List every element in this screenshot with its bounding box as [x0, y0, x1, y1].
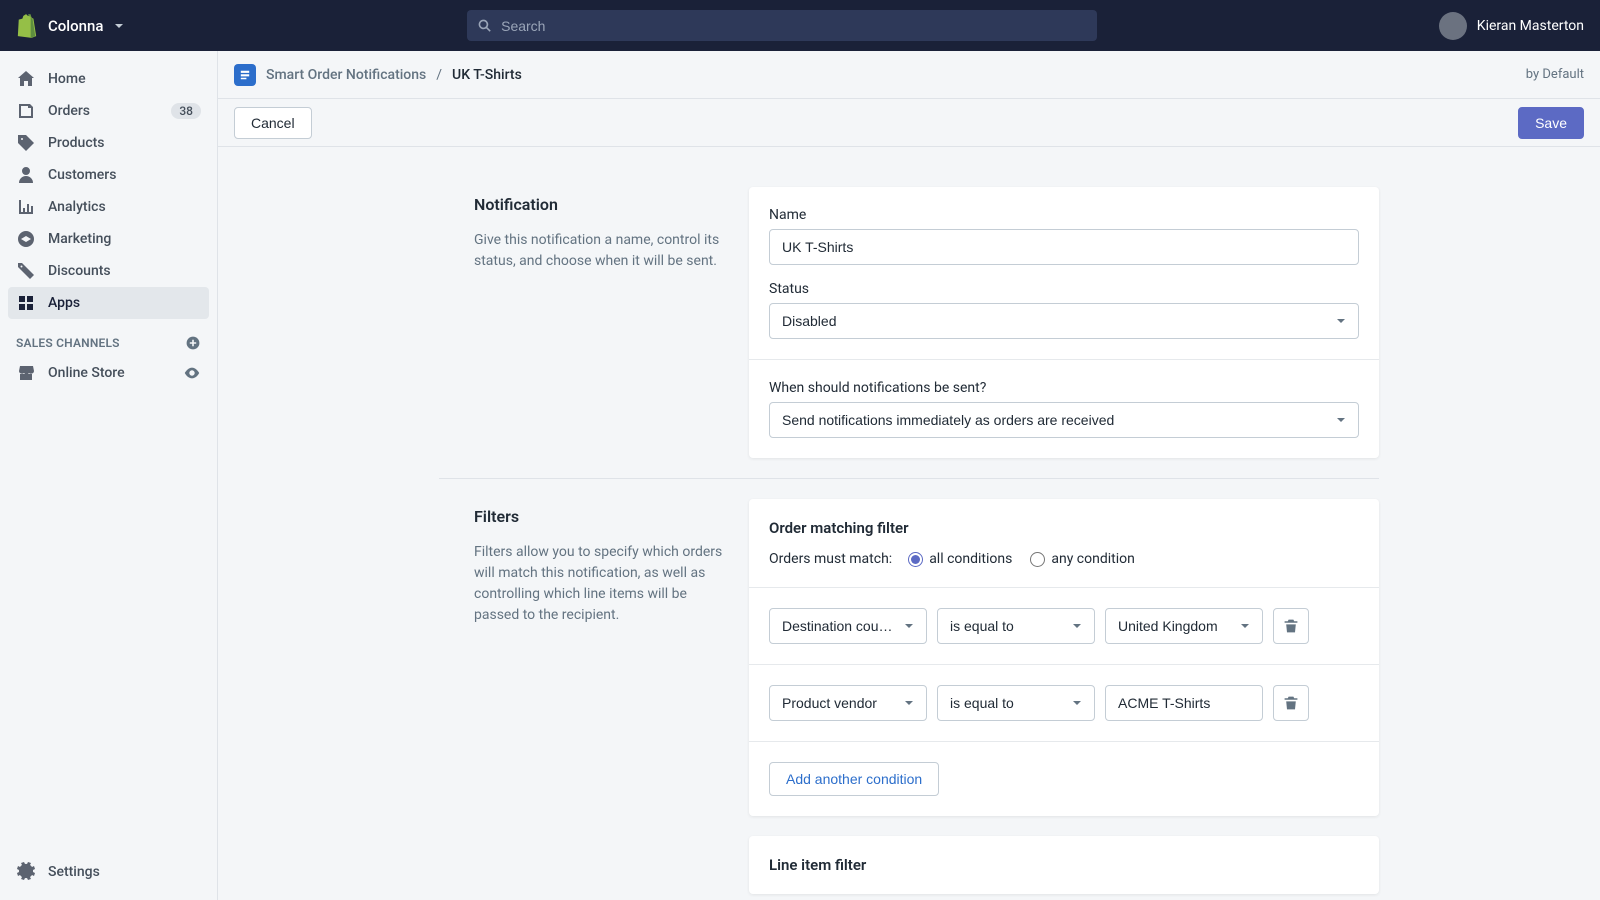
breadcrumb-sep: /: [436, 67, 442, 83]
discounts-icon: [16, 261, 36, 281]
user-menu[interactable]: Kieran Masterton: [1439, 12, 1584, 40]
sidebar-item-label: Products: [48, 135, 105, 151]
radio-all-conditions[interactable]: all conditions: [908, 551, 1012, 567]
delete-condition-button[interactable]: [1273, 608, 1309, 644]
search-input[interactable]: [501, 18, 1087, 34]
radio-any-condition[interactable]: any condition: [1030, 551, 1135, 567]
trash-icon: [1283, 695, 1299, 711]
add-channel-icon[interactable]: [185, 335, 201, 351]
page-header: Smart Order Notifications / UK T-Shirts …: [218, 51, 1600, 99]
breadcrumb-current: UK T-Shirts: [452, 67, 522, 83]
delete-condition-button[interactable]: [1273, 685, 1309, 721]
orders-icon: [16, 101, 36, 121]
status-select[interactable]: Disabled: [769, 303, 1359, 339]
sidebar: Home Orders 38 Products Customers Analyti…: [0, 51, 218, 900]
section-title: Filters: [474, 507, 729, 526]
notification-section: Notification Give this notification a na…: [439, 167, 1379, 478]
sidebar-item-apps[interactable]: Apps: [8, 287, 209, 319]
breadcrumb-app[interactable]: Smart Order Notifications: [266, 67, 426, 83]
when-select[interactable]: Send notifications immediately as orders…: [769, 402, 1359, 438]
apps-icon: [16, 293, 36, 313]
status-label: Status: [769, 281, 1359, 297]
store-switcher[interactable]: Colonna: [16, 14, 125, 38]
orders-badge: 38: [171, 103, 201, 119]
sidebar-item-label: Online Store: [48, 365, 125, 381]
avatar: [1439, 12, 1467, 40]
sidebar-item-discounts[interactable]: Discounts: [8, 255, 209, 287]
chevron-down-icon: [113, 20, 125, 32]
condition-row: Product vendor is equal to: [769, 685, 1359, 721]
page-meta: by Default: [1526, 67, 1584, 82]
tag-icon: [16, 133, 36, 153]
store-name: Colonna: [48, 17, 103, 35]
shopify-logo-icon: [16, 14, 38, 38]
when-label: When should notifications be sent?: [769, 380, 1359, 396]
add-condition-button[interactable]: Add another condition: [769, 762, 939, 796]
app-icon: [234, 64, 256, 86]
sidebar-item-label: Home: [48, 71, 86, 87]
marketing-icon: [16, 229, 36, 249]
trash-icon: [1283, 618, 1299, 634]
name-label: Name: [769, 207, 1359, 223]
sidebar-item-analytics[interactable]: Analytics: [8, 191, 209, 223]
condition-field-select[interactable]: Product vendor: [769, 685, 927, 721]
match-label: Orders must match:: [769, 551, 892, 567]
sidebar-item-label: Discounts: [48, 263, 111, 279]
sidebar-item-customers[interactable]: Customers: [8, 159, 209, 191]
condition-op-select[interactable]: is equal to: [937, 685, 1095, 721]
sidebar-item-online-store[interactable]: Online Store: [8, 357, 209, 389]
sidebar-item-label: Marketing: [48, 231, 111, 247]
condition-op-select[interactable]: is equal to: [937, 608, 1095, 644]
sidebar-section-sales-channels: SALES CHANNELS: [8, 319, 209, 357]
customers-icon: [16, 165, 36, 185]
sidebar-item-label: Settings: [48, 864, 100, 880]
condition-row: Destination country is equal to United K…: [769, 608, 1359, 644]
save-button[interactable]: Save: [1518, 107, 1584, 139]
eye-icon[interactable]: [183, 364, 201, 382]
sidebar-item-label: Orders: [48, 103, 90, 119]
sidebar-item-label: Analytics: [48, 199, 106, 215]
condition-value-input[interactable]: [1105, 685, 1263, 721]
section-description: Filters allow you to specify which order…: [474, 542, 729, 626]
user-name: Kieran Masterton: [1477, 18, 1584, 34]
section-title: Notification: [474, 195, 729, 214]
search-icon: [477, 18, 493, 34]
main: Smart Order Notifications / UK T-Shirts …: [218, 51, 1600, 900]
cancel-button[interactable]: Cancel: [234, 107, 312, 139]
search-box[interactable]: [467, 10, 1097, 41]
actions-bar: Cancel Save: [218, 99, 1600, 147]
store-icon: [16, 363, 36, 383]
condition-field-select[interactable]: Destination country: [769, 608, 927, 644]
name-input[interactable]: [769, 229, 1359, 265]
filter-card-title: Order matching filter: [769, 519, 1359, 537]
sidebar-item-label: Apps: [48, 295, 80, 311]
section-description: Give this notification a name, control i…: [474, 230, 729, 272]
sidebar-item-products[interactable]: Products: [8, 127, 209, 159]
line-item-filter-title: Line item filter: [769, 856, 1359, 874]
sidebar-item-marketing[interactable]: Marketing: [8, 223, 209, 255]
sidebar-item-label: Customers: [48, 167, 116, 183]
sidebar-item-settings[interactable]: Settings: [8, 856, 209, 888]
gear-icon: [16, 862, 36, 882]
home-icon: [16, 69, 36, 89]
analytics-icon: [16, 197, 36, 217]
sidebar-item-orders[interactable]: Orders 38: [8, 95, 209, 127]
sidebar-item-home[interactable]: Home: [8, 63, 209, 95]
topbar: Colonna Kieran Masterton: [0, 0, 1600, 51]
condition-value-select[interactable]: United Kingdom: [1105, 608, 1263, 644]
filters-section: Filters Filters allow you to specify whi…: [439, 478, 1379, 900]
